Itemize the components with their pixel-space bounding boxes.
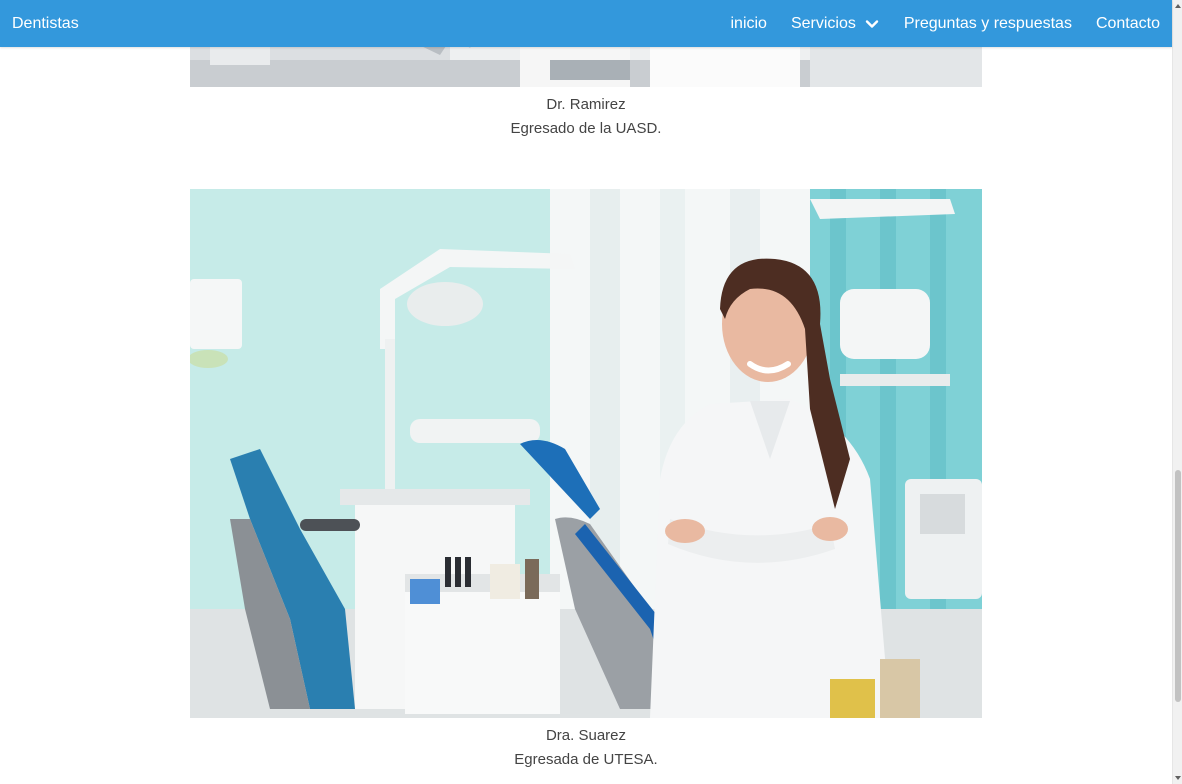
nav-dropdown-servicios[interactable]: Servicios [791,15,880,33]
doctor-description: Egresada de UTESA. [514,751,658,768]
vertical-scrollbar[interactable] [1172,0,1182,784]
doctor-name: Dra. Suarez [545,727,627,744]
nav-link-inicio[interactable]: inicio [730,15,766,33]
top-navbar: Dentistas inicio Servicios Preguntas y r… [0,0,1172,47]
nav-link-contacto[interactable]: Contacto [1096,15,1160,33]
brand-link[interactable]: Dentistas [12,15,79,33]
nav-link-label: Preguntas y respuestas [903,14,1072,32]
doctor-description: Egresado de la UASD. [510,120,662,137]
scroll-down-arrow-icon[interactable] [1174,774,1182,782]
nav-links: inicio Servicios Preguntas y respuestas … [730,15,1160,33]
doctor-name: Dr. Ramirez [546,96,626,113]
doctor-photo-suarez [190,189,982,718]
nav-link-label: inicio [730,14,767,32]
nav-link-label: Servicios [790,14,856,32]
scroll-up-arrow-icon[interactable] [1174,2,1182,10]
nav-link-label: Contacto [1095,14,1160,32]
doctor-caption-suarez: Dra. Suarez Egresada de UTESA. [190,724,982,772]
doctor-caption-ramirez: Dr. Ramirez Egresado de la UASD. [190,93,982,141]
chevron-down-icon [865,19,879,28]
nav-link-preguntas[interactable]: Preguntas y respuestas [904,15,1072,33]
scrollbar-thumb[interactable] [1175,470,1181,702]
